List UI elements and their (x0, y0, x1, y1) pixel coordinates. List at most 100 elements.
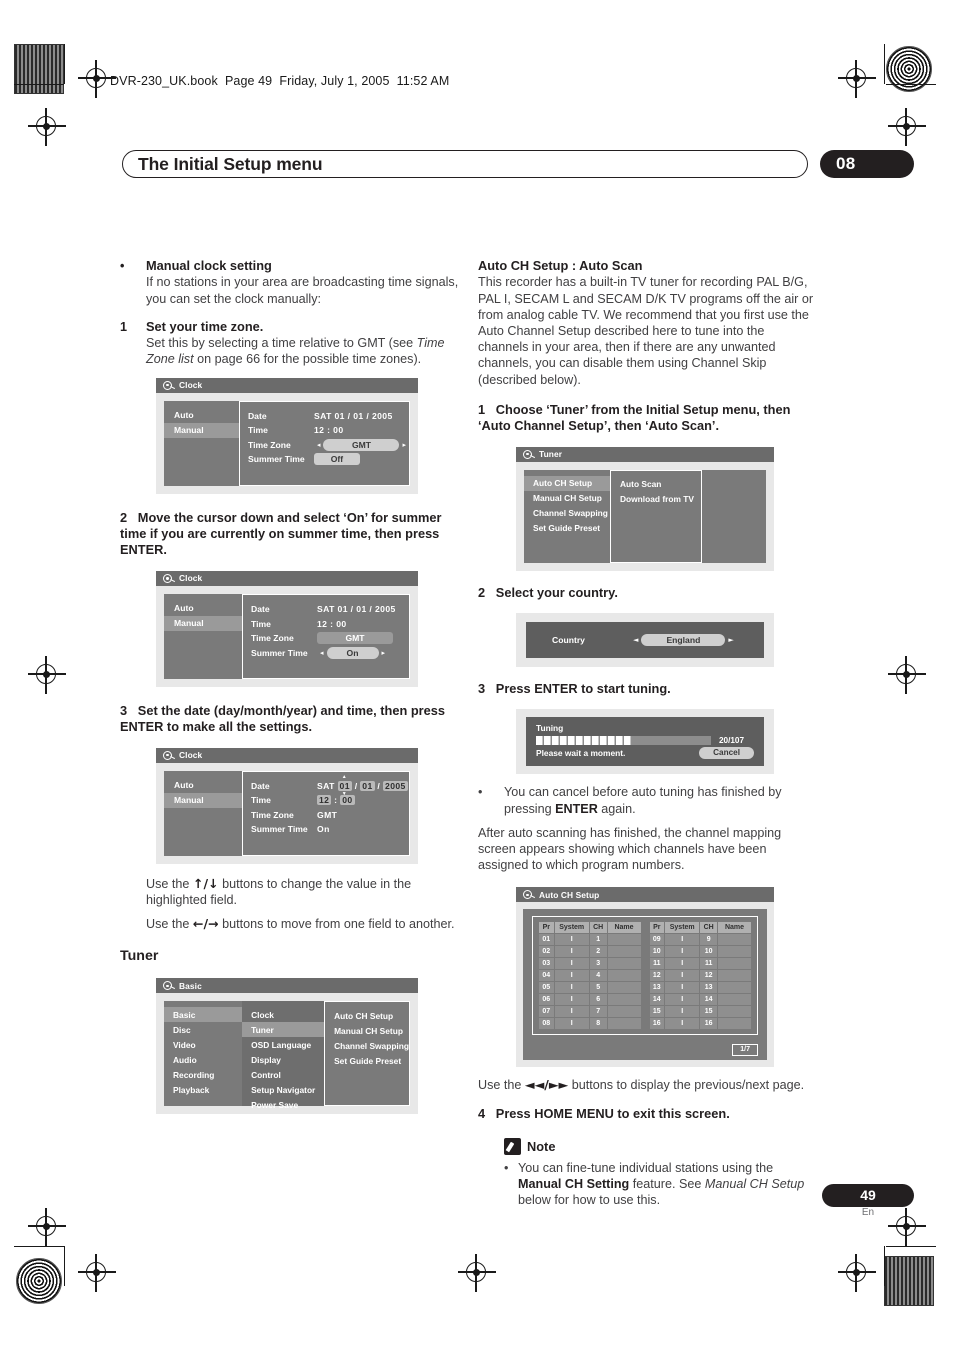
table-cell-system[interactable]: I (554, 958, 589, 970)
table-cell-ch[interactable]: 6 (589, 994, 607, 1006)
table-cell-ch[interactable]: 12 (700, 970, 717, 982)
table-cell-ch[interactable]: 16 (700, 1018, 717, 1030)
table-cell-system[interactable]: I (554, 946, 589, 958)
date-day-field[interactable]: 01 (337, 774, 352, 797)
table-row[interactable]: 02 I 2 (539, 946, 641, 958)
table-cell-pr[interactable]: 01 (539, 934, 554, 946)
table-cell-pr[interactable]: 09 (649, 934, 665, 946)
menu-item-recording[interactable]: Recording (164, 1067, 242, 1082)
table-row[interactable]: 03 I 3 (539, 958, 641, 970)
table-row[interactable]: 12 I 12 (649, 970, 751, 982)
table-cell-ch[interactable]: 7 (589, 1006, 607, 1018)
clock-value-date[interactable]: SAT 01 / 01 / 2005 (314, 411, 393, 421)
table-cell-pr[interactable]: 06 (539, 994, 554, 1006)
clock-value-timezone[interactable]: GMT (323, 438, 400, 451)
menu-item-tuner[interactable]: Tuner (242, 1022, 325, 1038)
table-row[interactable]: 09 I 9 (649, 934, 751, 946)
table-cell-ch[interactable]: 14 (700, 994, 717, 1006)
tuner-item-auto-ch-setup[interactable]: Auto CH Setup (524, 475, 610, 491)
country-value[interactable]: England (641, 634, 726, 647)
chevron-left-icon[interactable]: ◂ (317, 649, 327, 657)
table-cell-ch[interactable]: 5 (589, 982, 607, 994)
cancel-button[interactable]: Cancel (699, 747, 754, 760)
menu-item-display[interactable]: Display (242, 1052, 324, 1067)
table-row[interactable]: 16 I 16 (649, 1018, 751, 1030)
menu-item-auto-ch-setup[interactable]: Auto CH Setup (325, 1008, 409, 1023)
table-cell-system[interactable]: I (665, 994, 700, 1006)
clock-value-date[interactable]: SAT 01 / 01 / 2005 (317, 774, 408, 797)
table-row[interactable]: 07 I 7 (539, 1006, 641, 1018)
table-cell-name[interactable] (718, 1006, 751, 1018)
clock-mode-manual[interactable]: Manual (164, 615, 242, 631)
table-cell-pr[interactable]: 02 (539, 946, 554, 958)
clock-value-time[interactable]: 12 : 00 (317, 619, 347, 629)
table-row[interactable]: 04 I 4 (539, 970, 641, 982)
menu-item-set-guide-preset[interactable]: Set Guide Preset (325, 1053, 409, 1068)
table-cell-name[interactable] (607, 958, 641, 970)
table-cell-name[interactable] (718, 970, 751, 982)
table-cell-ch[interactable]: 15 (700, 1006, 717, 1018)
clock-value-date[interactable]: SAT 01 / 01 / 2005 (317, 604, 396, 614)
table-cell-pr[interactable]: 14 (649, 994, 665, 1006)
table-cell-system[interactable]: I (554, 982, 589, 994)
menu-item-audio[interactable]: Audio (164, 1052, 242, 1067)
date-month-field[interactable]: 01 (360, 780, 375, 791)
table-cell-system[interactable]: I (665, 970, 700, 982)
table-row[interactable]: 10 I 10 (649, 946, 751, 958)
menu-item-video[interactable]: Video (164, 1037, 242, 1052)
clock-mode-auto[interactable]: Auto (164, 601, 242, 616)
clock-value-time[interactable]: 12 : 00 (314, 425, 344, 435)
table-cell-name[interactable] (718, 934, 751, 946)
menu-item-osd-language[interactable]: OSD Language (242, 1037, 324, 1052)
table-cell-ch[interactable]: 3 (589, 958, 607, 970)
table-cell-name[interactable] (607, 1006, 641, 1018)
menu-item-setup-navigator[interactable]: Setup Navigator (242, 1082, 324, 1097)
tuner-item-download-from-tv[interactable]: Download from TV (611, 492, 701, 507)
clock-value-summertime[interactable]: Off (313, 453, 360, 466)
table-cell-pr[interactable]: 03 (539, 958, 554, 970)
table-cell-ch[interactable]: 13 (700, 982, 717, 994)
table-row[interactable]: 15 I 15 (649, 1006, 751, 1018)
table-cell-system[interactable]: I (554, 970, 589, 982)
table-row[interactable]: 08 I 8 (539, 1018, 641, 1030)
table-cell-ch[interactable]: 10 (700, 946, 717, 958)
table-cell-pr[interactable]: 15 (649, 1006, 665, 1018)
table-cell-system[interactable]: I (554, 1018, 589, 1030)
table-cell-ch[interactable]: 2 (589, 946, 607, 958)
chevron-right-icon[interactable]: ▸ (399, 441, 409, 449)
menu-item-channel-swapping[interactable]: Channel Swapping (325, 1038, 409, 1053)
chevron-right-icon[interactable]: ▸ (379, 649, 389, 657)
table-cell-pr[interactable]: 11 (649, 958, 665, 970)
menu-item-basic[interactable]: Basic (164, 1007, 243, 1023)
table-cell-name[interactable] (718, 958, 751, 970)
chevron-right-icon[interactable]: ► (725, 636, 736, 644)
table-cell-pr[interactable]: 10 (649, 946, 665, 958)
clock-value-timezone[interactable]: GMT (317, 632, 393, 645)
table-cell-ch[interactable]: 8 (589, 1018, 607, 1030)
table-cell-pr[interactable]: 05 (539, 982, 554, 994)
table-cell-system[interactable]: I (554, 1006, 589, 1018)
table-cell-system[interactable]: I (665, 982, 700, 994)
table-cell-ch[interactable]: 9 (700, 934, 717, 946)
table-cell-name[interactable] (718, 946, 751, 958)
table-cell-system[interactable]: I (665, 958, 700, 970)
table-cell-system[interactable]: I (665, 1018, 700, 1030)
clock-mode-manual[interactable]: Manual (164, 422, 239, 438)
table-cell-system[interactable]: I (554, 934, 589, 946)
time-hour-field[interactable]: 12 (317, 795, 332, 806)
table-cell-system[interactable]: I (554, 994, 589, 1006)
table-cell-name[interactable] (718, 982, 751, 994)
table-cell-system[interactable]: I (665, 1006, 700, 1018)
table-cell-pr[interactable]: 12 (649, 970, 665, 982)
table-cell-ch[interactable]: 4 (589, 970, 607, 982)
time-minute-field[interactable]: 00 (340, 795, 355, 806)
tuner-item-manual-ch-setup[interactable]: Manual CH Setup (524, 491, 610, 506)
table-row[interactable]: 13 I 13 (649, 982, 751, 994)
table-cell-name[interactable] (607, 982, 641, 994)
menu-item-power-save[interactable]: Power Save (242, 1097, 324, 1112)
table-row[interactable]: 01 I 1 (539, 934, 641, 946)
clock-value-summertime[interactable]: On (317, 824, 330, 834)
table-row[interactable]: 05 I 5 (539, 982, 641, 994)
clock-mode-manual[interactable]: Manual (164, 792, 242, 808)
table-cell-system[interactable]: I (665, 946, 700, 958)
